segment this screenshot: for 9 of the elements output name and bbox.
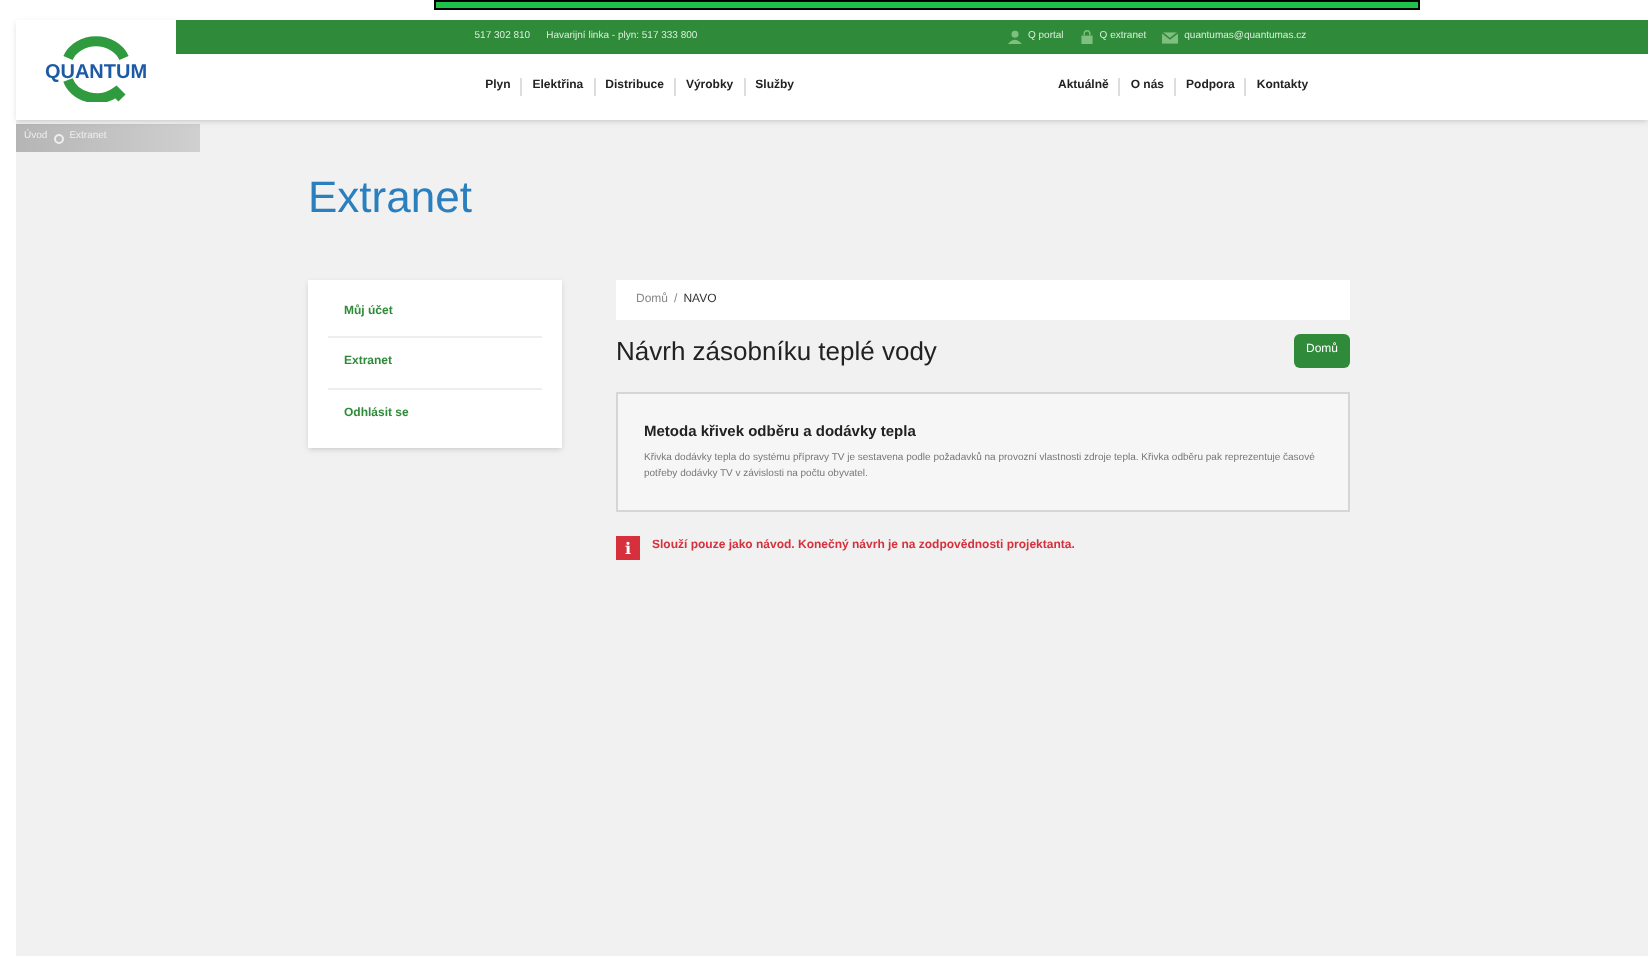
heading: Návrh zásobníku teplé vody <box>616 334 937 370</box>
logo[interactable]: QUANTUM <box>16 20 176 120</box>
warning-icon: i <box>616 535 640 559</box>
mail-icon <box>1162 31 1179 43</box>
lock-icon <box>1079 30 1094 44</box>
logo-text: QUANTUM <box>44 59 148 87</box>
user-icon <box>1008 30 1022 44</box>
home-icon <box>53 133 64 143</box>
page-title: Extranet <box>308 176 474 220</box>
